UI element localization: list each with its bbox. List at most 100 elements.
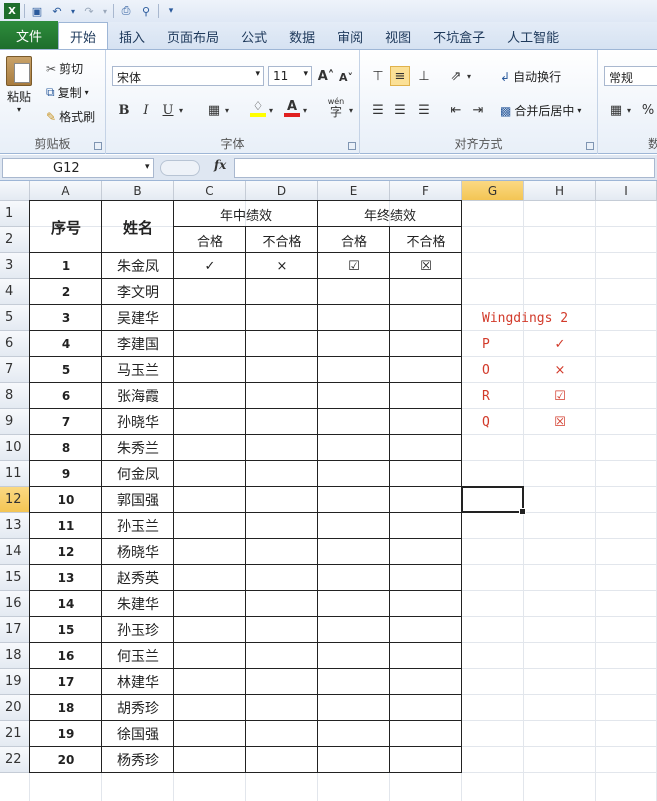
cut-button[interactable]: ✂ 剪切 [46,60,83,77]
cell-seq[interactable]: 15 [30,617,102,643]
row-header-13[interactable]: 13 [0,513,30,539]
cell-name[interactable]: 何金凤 [102,461,174,487]
cell-mark-c[interactable] [174,461,246,487]
cell-mark-e[interactable] [318,617,390,643]
cell-mark-e[interactable] [318,669,390,695]
cell-mark-c[interactable] [174,747,246,773]
formula-bar-resize-handle[interactable] [160,160,200,176]
undo-icon[interactable]: ↶ [49,3,65,19]
cell-seq[interactable]: 19 [30,721,102,747]
cell-mark-e[interactable] [318,409,390,435]
cell-mark-e[interactable] [318,435,390,461]
cell-mark-c[interactable] [174,435,246,461]
cell-name[interactable]: 胡秀珍 [102,695,174,721]
increase-indent-icon[interactable]: ⇥ [468,100,488,120]
percent-button[interactable]: % [638,100,657,120]
wrap-text-button[interactable]: ↲ 自动换行 [500,68,561,85]
cell-mark-f[interactable] [390,331,462,357]
dialog-launcher-icon[interactable] [348,142,356,150]
paste-button[interactable]: 粘贴 ▾ [6,56,32,114]
cell-mark-f[interactable] [390,721,462,747]
row-header-4[interactable]: 4 [0,279,30,305]
cell-mark-c[interactable] [174,305,246,331]
cell-name[interactable]: 郭国强 [102,487,174,513]
currency-icon[interactable]: ▦ [606,100,626,120]
cell-mark-e[interactable] [318,331,390,357]
tab-home[interactable]: 开始 [58,22,109,49]
cell-mark-f[interactable] [390,279,462,305]
chevron-down-icon[interactable]: ▾ [300,100,310,120]
cell-seq[interactable]: 1 [30,253,102,279]
tab-insert[interactable]: 插入 [108,23,156,49]
cell-name[interactable]: 孙晓华 [102,409,174,435]
row-header-15[interactable]: 15 [0,565,30,591]
cell-mark-e[interactable] [318,383,390,409]
cell-mark-d[interactable] [246,539,318,565]
cell-mark-e[interactable] [318,565,390,591]
cell-mark-d[interactable] [246,435,318,461]
cell-name[interactable]: 何玉兰 [102,643,174,669]
chevron-down-icon[interactable]: ▾ [346,100,356,120]
font-name-select[interactable]: 宋体 ▾ [112,66,264,86]
row-header-5[interactable]: 5 [0,305,30,331]
cell-name[interactable]: 徐国强 [102,721,174,747]
column-header-h[interactable]: H [524,181,596,201]
cell-seq[interactable]: 5 [30,357,102,383]
row-header-22[interactable]: 22 [0,747,30,773]
active-cell-g12[interactable] [461,486,526,515]
column-header-a[interactable]: A [30,181,102,201]
cell-name[interactable]: 张海霞 [102,383,174,409]
cell-seq[interactable]: 13 [30,565,102,591]
cell-mark-e[interactable] [318,643,390,669]
cell-mark-d[interactable] [246,695,318,721]
row-header-14[interactable]: 14 [0,539,30,565]
cell-mark-d[interactable] [246,565,318,591]
decrease-indent-icon[interactable]: ⇤ [446,100,466,120]
cell-mark-f[interactable] [390,617,462,643]
cell-mark-d[interactable] [246,747,318,773]
align-middle-icon[interactable]: ≡ [390,66,410,86]
chevron-down-icon[interactable]: ▾ [101,3,109,19]
cell-mark-f[interactable] [390,435,462,461]
chevron-down-icon[interactable]: ▾ [624,100,634,120]
copy-button[interactable]: ⧉ 复制 ▾ [46,84,89,101]
font-size-select[interactable]: 11 ▾ [268,66,312,86]
cell-mark-c[interactable] [174,695,246,721]
row-header-17[interactable]: 17 [0,617,30,643]
cell-mark-f[interactable] [390,669,462,695]
dialog-launcher-icon[interactable] [586,142,594,150]
cell-mark-e[interactable] [318,721,390,747]
cell-name[interactable]: 李文明 [102,279,174,305]
cell-seq[interactable]: 11 [30,513,102,539]
cell-mark-d[interactable] [246,591,318,617]
phonetic-icon[interactable]: wén 字 [324,97,348,118]
column-header-e[interactable]: E [318,181,390,201]
cell-seq[interactable]: 2 [30,279,102,305]
cell-mark-f[interactable] [390,305,462,331]
save-icon[interactable]: ▣ [29,3,45,19]
cell-seq[interactable]: 16 [30,643,102,669]
grow-font-icon[interactable]: A˄ [316,66,336,86]
column-header-b[interactable]: B [102,181,174,201]
tab-file[interactable]: 文件 [0,21,59,49]
cell-seq[interactable]: 4 [30,331,102,357]
fill-color-icon[interactable]: ♢ [248,98,268,118]
align-center-icon[interactable]: ☰ [390,100,410,120]
cell-mark-d[interactable] [246,721,318,747]
cell-seq[interactable]: 20 [30,747,102,773]
cell-seq[interactable]: 9 [30,461,102,487]
cell-mark-c[interactable] [174,279,246,305]
row-header-10[interactable]: 10 [0,435,30,461]
cell-mark-f[interactable] [390,487,462,513]
cell-mark-d[interactable] [246,331,318,357]
cell-name[interactable]: 朱金凤 [102,253,174,279]
cell-mark-f[interactable] [390,513,462,539]
cell-name[interactable]: 杨秀珍 [102,747,174,773]
tab-data[interactable]: 数据 [278,23,326,49]
cell-seq[interactable]: 8 [30,435,102,461]
cell-seq[interactable]: 14 [30,591,102,617]
cell-mark-e[interactable] [318,539,390,565]
row-header-19[interactable]: 19 [0,669,30,695]
column-header-c[interactable]: C [174,181,246,201]
column-header-d[interactable]: D [246,181,318,201]
